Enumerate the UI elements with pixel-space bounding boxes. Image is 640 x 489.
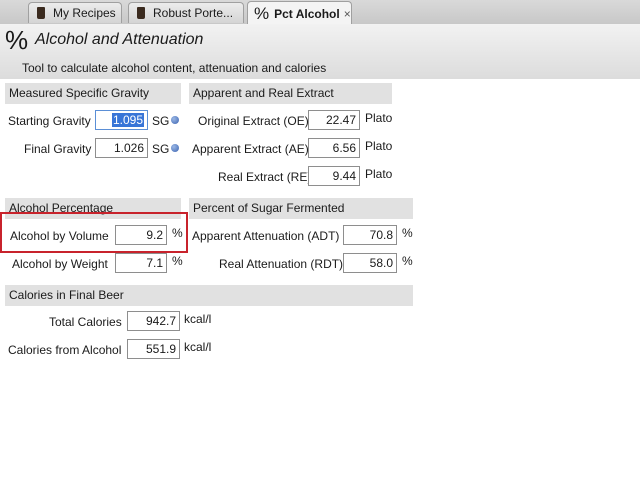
rdt-field[interactable]: 58.0: [343, 253, 397, 273]
close-icon[interactable]: ×: [344, 7, 351, 21]
ae-field[interactable]: 6.56: [308, 138, 360, 158]
percent-unit-label: %: [172, 254, 183, 268]
total-calories-label: Total Calories: [49, 315, 122, 329]
tab-label: Robust Porte...: [153, 6, 234, 20]
re-label: Real Extract (RE): [218, 170, 312, 184]
abw-field[interactable]: 7.1: [115, 253, 167, 273]
alcohol-calories-label: Calories from Alcohol: [8, 343, 122, 357]
section-measured-gravity: Measured Specific Gravity: [5, 83, 181, 104]
alcohol-calories-field[interactable]: 551.9: [127, 339, 180, 359]
starting-gravity-label: Starting Gravity: [8, 114, 91, 128]
beer-mug-icon: [37, 7, 45, 19]
beer-mug-icon: [137, 7, 145, 19]
tab-label: My Recipes: [53, 6, 116, 20]
section-extract: Apparent and Real Extract: [189, 83, 392, 104]
tab-my-recipes[interactable]: My Recipes: [28, 2, 122, 23]
percent-icon: %: [5, 25, 29, 55]
percent-icon: %: [254, 4, 270, 23]
abv-label: Alcohol by Volume: [10, 229, 109, 243]
status-dot-icon: [171, 116, 179, 124]
tab-pct-alcohol[interactable]: % Pct Alcohol ×: [247, 1, 352, 25]
percent-unit-label: %: [402, 254, 413, 268]
tool-header: % Alcohol and Attenuation Tool to calcul…: [0, 24, 640, 79]
plato-unit-label: Plato: [365, 111, 393, 125]
kcal-unit-label: kcal/l: [184, 340, 212, 354]
total-calories-field[interactable]: 942.7: [127, 311, 180, 331]
section-calories: Calories in Final Beer: [5, 285, 413, 306]
oe-field[interactable]: 22.47: [308, 110, 360, 130]
sg-unit-label: SG: [152, 142, 170, 156]
plato-unit-label: Plato: [365, 139, 393, 153]
adt-field[interactable]: 70.8: [343, 225, 397, 245]
oe-label: Original Extract (OE): [198, 114, 309, 128]
status-dot-icon: [171, 144, 179, 152]
page-title: Alcohol and Attenuation: [35, 31, 204, 48]
re-field[interactable]: 9.44: [308, 166, 360, 186]
final-gravity-label: Final Gravity: [24, 142, 92, 156]
tab-robust-porter[interactable]: Robust Porte...: [128, 2, 244, 23]
abw-label: Alcohol by Weight: [12, 257, 108, 271]
percent-unit-label: %: [402, 226, 413, 240]
abv-field[interactable]: 9.2: [115, 225, 167, 245]
section-sugar-fermented: Percent of Sugar Fermented: [189, 198, 413, 219]
starting-gravity-input[interactable]: 1.095: [95, 110, 148, 130]
rdt-label: Real Attenuation (RDT): [219, 257, 344, 271]
sg-unit-label: SG: [152, 114, 170, 128]
final-gravity-input[interactable]: 1.026: [95, 138, 148, 158]
plato-unit-label: Plato: [365, 167, 393, 181]
adt-label: Apparent Attenuation (ADT): [192, 229, 340, 243]
tab-bar: My Recipes Robust Porte... % Pct Alcohol…: [0, 0, 640, 25]
ae-label: Apparent Extract (AE): [192, 142, 309, 156]
page-subtitle: Tool to calculate alcohol content, atten…: [22, 61, 327, 75]
percent-unit-label: %: [172, 226, 183, 240]
kcal-unit-label: kcal/l: [184, 312, 212, 326]
tab-label: Pct Alcohol: [274, 6, 340, 21]
